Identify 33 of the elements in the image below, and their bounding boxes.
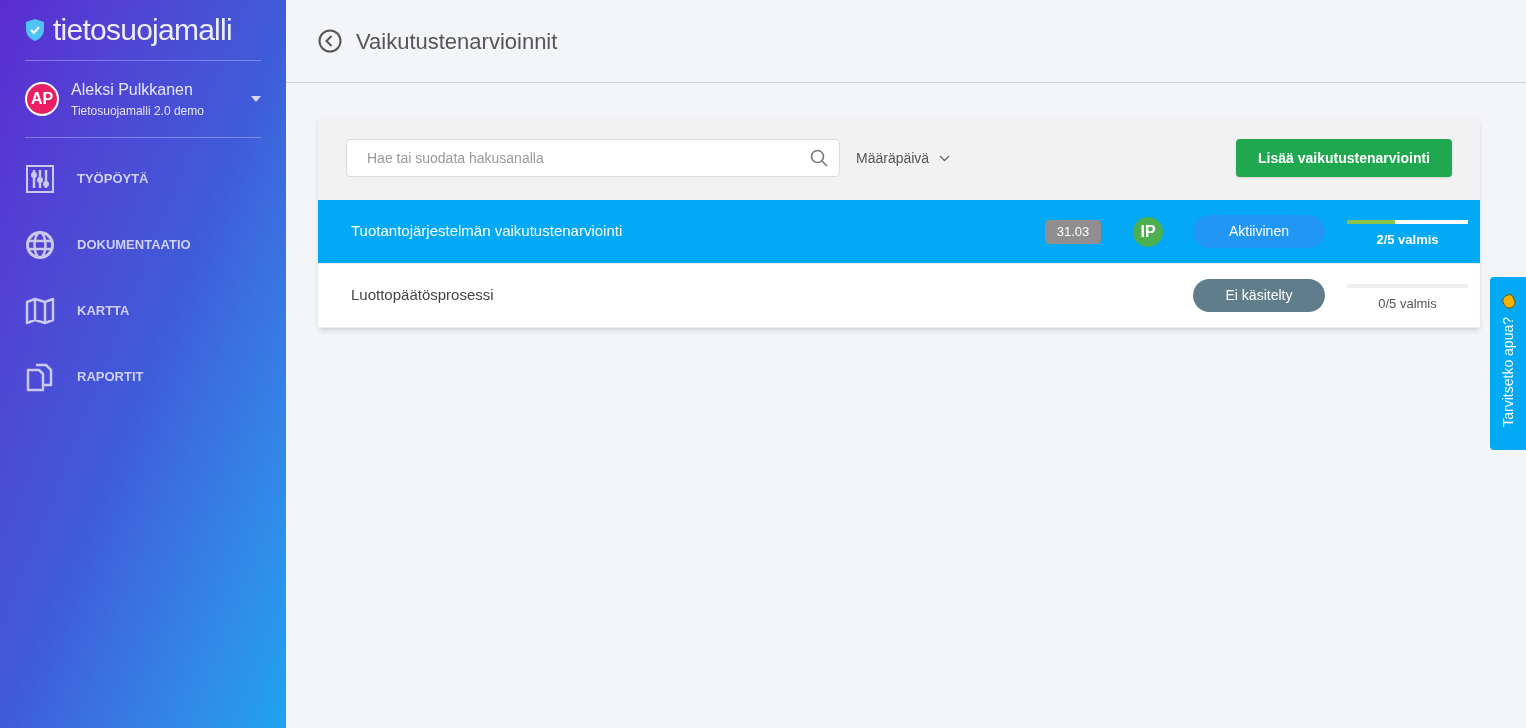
chevron-down-icon <box>939 154 951 162</box>
add-button[interactable]: Lisää vaikutustenarviointi <box>1236 139 1452 177</box>
nav-item[interactable]: DOKUMENTAATIO <box>25 212 261 278</box>
status-pill: Aktiivinen <box>1193 215 1325 248</box>
organization-name: Tietosuojamalli 2.0 demo <box>71 103 205 120</box>
user-name: Aleksi Pulkkanen <box>71 80 194 100</box>
documents-icon <box>25 362 55 392</box>
avatar: AP <box>25 82 59 116</box>
progress-label: 2/5 valmis <box>1376 230 1439 249</box>
help-tab[interactable]: Tarvitsetko apua? <box>1490 277 1526 450</box>
list-row[interactable]: Tuotantojärjestelmän vaikutustenarviointi 31.03 IP Aktiivinen 2/5 valmis <box>318 200 1480 264</box>
assignee-avatar: IP <box>1133 216 1163 247</box>
due-date: 31.03 <box>1045 219 1101 244</box>
nav-item[interactable]: KARTTA <box>25 278 261 344</box>
progress-label: 0/5 valmis <box>1378 294 1437 313</box>
search-field[interactable]: Hae tai suodata hakusanalla <box>346 139 840 177</box>
assessment-name: Luottopäätösprosessi <box>351 285 495 306</box>
sort-dropdown[interactable]: Määräpäivä <box>856 147 951 169</box>
assessment-name: Tuotantojärjestelmän vaikutustenarviointi <box>351 221 624 242</box>
status-pill: Ei käsitelty <box>1193 279 1325 312</box>
caret-icon <box>251 96 261 102</box>
logo-text: tietosuojamalli <box>53 15 232 45</box>
sliders-icon <box>25 164 55 194</box>
nav-item[interactable]: RAPORTIT <box>25 344 261 410</box>
nav-item[interactable]: TYÖPÖYTÄ <box>25 146 261 212</box>
list-row[interactable]: Luottopäätösprosessi Ei käsitelty 0/5 valmis <box>318 264 1480 328</box>
globe-icon <box>25 230 55 260</box>
search-icon[interactable] <box>810 149 828 167</box>
shield-logo-icon <box>25 18 45 42</box>
back-icon[interactable] <box>318 29 342 53</box>
page-title: Vaikutustenarvioinnit <box>356 27 558 56</box>
map-icon <box>25 296 55 326</box>
user-menu[interactable]: AP Aleksi Pulkkanen Tietosuojamalli 2.0 demo <box>25 61 261 137</box>
